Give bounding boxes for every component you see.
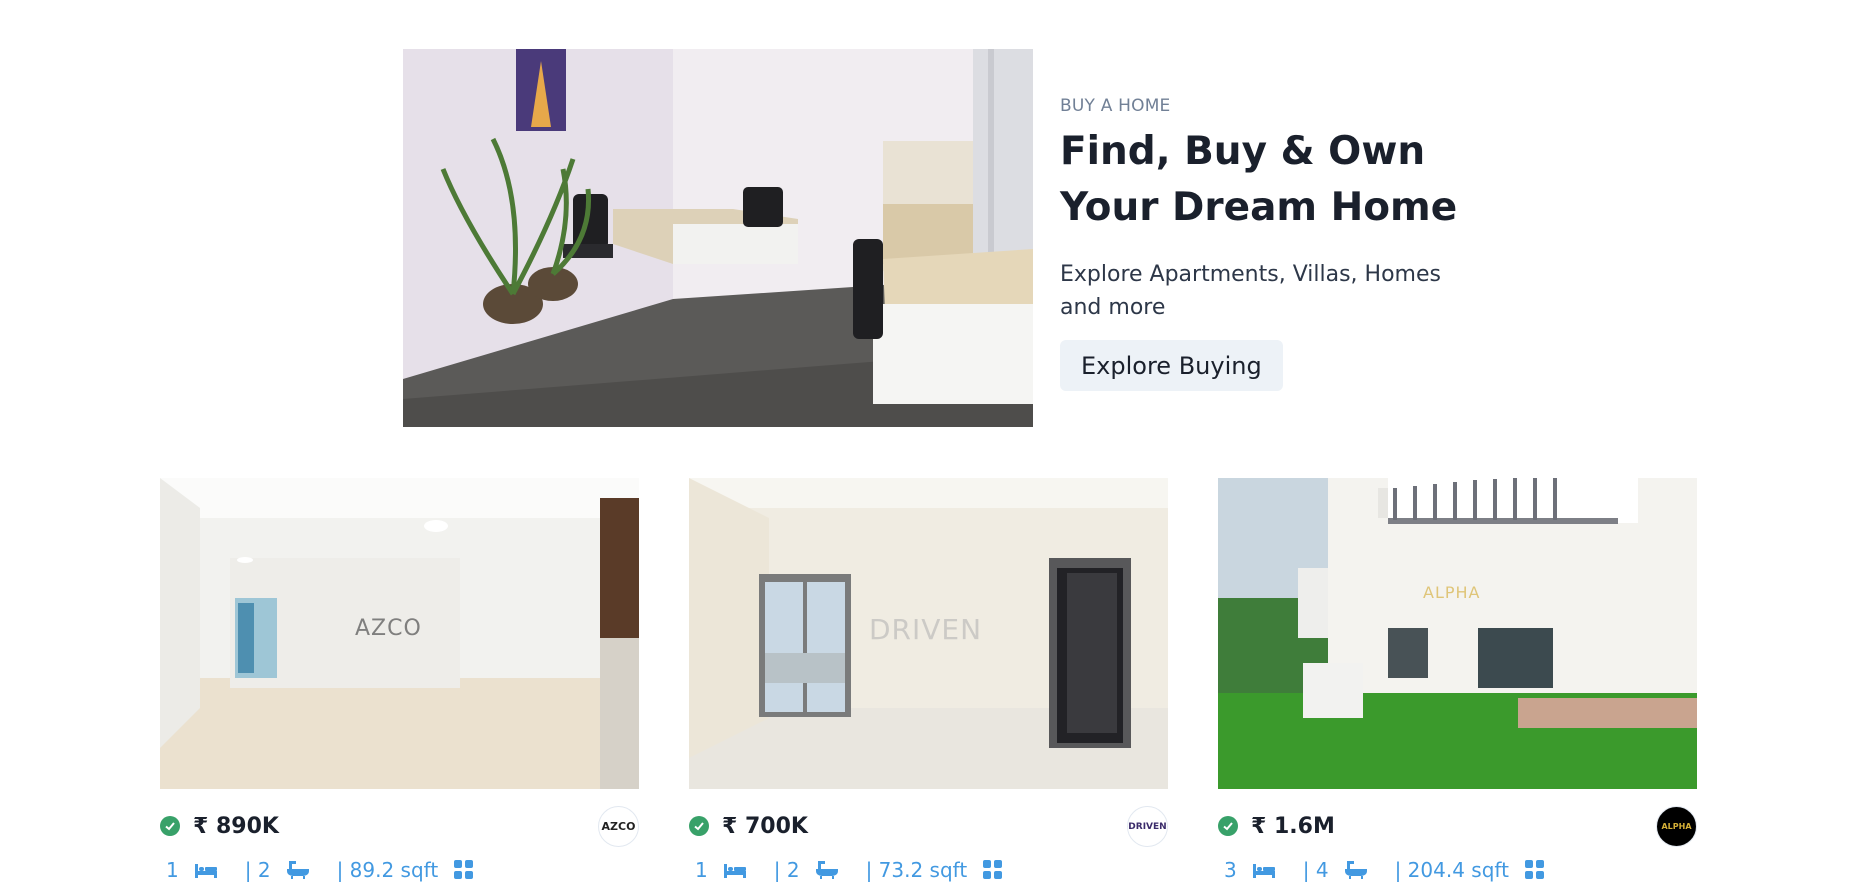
bed-count: 1 [166, 858, 179, 882]
bed-icon [723, 862, 746, 878]
bed-icon [194, 862, 217, 878]
listing-stats: 1 | 2 | 89.2 sqft [160, 855, 639, 885]
listing-photo[interactable]: DRIVEN [689, 478, 1168, 789]
bath-count: | 2 [773, 858, 800, 882]
bed-count: 1 [695, 858, 708, 882]
listing-card[interactable]: DRIVEN ₹ 700K DRIVEN 1 | 2 | 73.2 sqft [689, 478, 1168, 885]
hero-subtitle: Explore Apartments, Villas, Homes and mo… [1060, 262, 1441, 320]
listing-stats: 3 | 4 | 204.4 sqft [1218, 855, 1697, 885]
listing-card[interactable]: ALPHA ₹ 1.6M ALPHA 3 | 4 | 204.4 sqft [1218, 478, 1697, 885]
area-size: | 204.4 sqft [1394, 858, 1509, 882]
bath-icon [1344, 861, 1367, 879]
area-size: | 89.2 sqft [336, 858, 439, 882]
agency-logo-text: AZCO [601, 820, 636, 833]
bath-icon [286, 861, 309, 879]
bath-icon [815, 861, 838, 879]
hero-image [403, 49, 1033, 427]
verified-check-icon [1218, 816, 1238, 836]
bed-count: 3 [1224, 858, 1237, 882]
agency-logo[interactable]: ALPHA [1656, 806, 1697, 847]
area-size: | 73.2 sqft [865, 858, 968, 882]
listing-price: ₹ 890K [193, 813, 279, 839]
hero-eyebrow: BUY A HOME [1060, 96, 1171, 116]
listing-price: ₹ 700K [722, 813, 808, 839]
grid-icon [454, 860, 474, 880]
listing-stats: 1 | 2 | 73.2 sqft [689, 855, 1168, 885]
bed-icon [1252, 862, 1275, 878]
agency-logo-text: ALPHA [1661, 822, 1692, 831]
listing-watermark: DRIVEN [869, 613, 983, 646]
listing-card[interactable]: AZCO ₹ 890K AZCO 1 | 2 | 89.2 sqft [160, 478, 639, 885]
explore-buying-button[interactable]: Explore Buying [1060, 340, 1283, 391]
verified-check-icon [689, 816, 709, 836]
bath-count: | 4 [1302, 858, 1329, 882]
agency-logo[interactable]: AZCO [598, 806, 639, 847]
listing-watermark: ALPHA [1423, 583, 1481, 602]
listing-photo[interactable]: ALPHA [1218, 478, 1697, 789]
grid-icon [983, 860, 1003, 880]
grid-icon [1524, 860, 1545, 880]
listing-price: ₹ 1.6M [1251, 813, 1335, 839]
listing-photo[interactable]: AZCO [160, 478, 639, 789]
hero-text: BUY A HOME Find, Buy & Own Your Dream Ho… [1060, 96, 1500, 391]
agency-logo-text: DRIVEN [1128, 821, 1167, 832]
listing-watermark: AZCO [355, 616, 422, 641]
hero-title: Find, Buy & Own Your Dream Home [1060, 129, 1458, 230]
bath-count: | 2 [244, 858, 271, 882]
verified-check-icon [160, 816, 180, 836]
agency-logo[interactable]: DRIVEN [1127, 806, 1168, 847]
